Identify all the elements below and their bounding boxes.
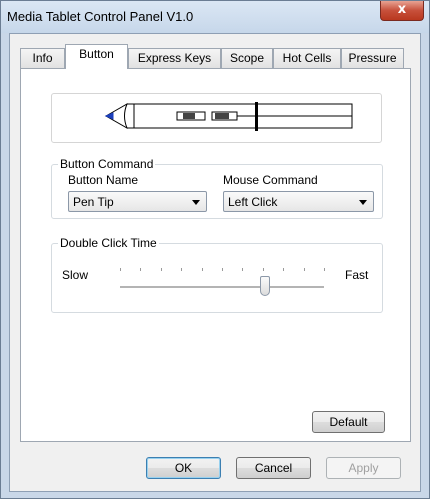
slow-label: Slow	[62, 268, 89, 282]
tab-hot-cells[interactable]: Hot Cells	[273, 48, 341, 68]
tab-scope[interactable]: Scope	[221, 48, 273, 68]
ok-button[interactable]: OK	[146, 457, 221, 479]
button-command-legend: Button Command	[58, 157, 156, 171]
slider-tick	[161, 268, 162, 271]
slider-tick	[120, 268, 121, 271]
button-command-group: Button Command Button Name Pen Tip Mouse…	[51, 157, 383, 219]
title-bar[interactable]: Media Tablet Control Panel V1.0 x	[1, 1, 429, 33]
slider-tick	[140, 268, 141, 271]
double-click-speed-slider[interactable]	[260, 276, 270, 296]
slider-tick	[324, 268, 325, 271]
slider-tick	[202, 268, 203, 271]
mouse-command-select[interactable]: Left Click	[223, 191, 374, 212]
slider-tick	[242, 268, 243, 271]
mouse-command-value: Left Click	[228, 195, 278, 209]
chevron-down-icon	[359, 200, 367, 205]
pen-preview	[51, 93, 382, 143]
close-button[interactable]: x	[380, 1, 424, 21]
button-name-label: Button Name	[68, 173, 139, 187]
double-click-time-legend: Double Click Time	[58, 236, 159, 250]
fast-label: Fast	[345, 268, 369, 282]
double-click-time-group: Double Click Time Slow Fast	[51, 236, 383, 313]
tab-express-keys[interactable]: Express Keys	[128, 48, 221, 68]
slider-tick	[181, 268, 182, 271]
tab-button[interactable]: Button	[65, 44, 128, 69]
slider-track	[120, 286, 324, 289]
chevron-down-icon	[192, 200, 200, 205]
mouse-command-label: Mouse Command	[223, 173, 318, 187]
close-icon: x	[397, 2, 407, 17]
window-title: Media Tablet Control Panel V1.0	[7, 9, 194, 24]
control-panel-window: Media Tablet Control Panel V1.0 x Info B…	[0, 0, 430, 499]
dialog-body: Info Button Express Keys Scope Hot Cells…	[9, 33, 421, 492]
slider-tick	[263, 268, 264, 271]
default-button[interactable]: Default	[312, 411, 385, 433]
slider-tick	[222, 268, 223, 271]
tab-info[interactable]: Info	[20, 48, 65, 68]
apply-button: Apply	[326, 457, 401, 479]
tab-pressure[interactable]: Pressure	[341, 48, 404, 68]
pen-illustration	[104, 102, 353, 131]
button-name-value: Pen Tip	[73, 195, 114, 209]
button-tab-panel: Button Command Button Name Pen Tip Mouse…	[20, 68, 411, 442]
cancel-button[interactable]: Cancel	[236, 457, 311, 479]
slider-tick	[304, 268, 305, 271]
slider-tick	[283, 268, 284, 271]
button-name-select[interactable]: Pen Tip	[68, 191, 207, 212]
